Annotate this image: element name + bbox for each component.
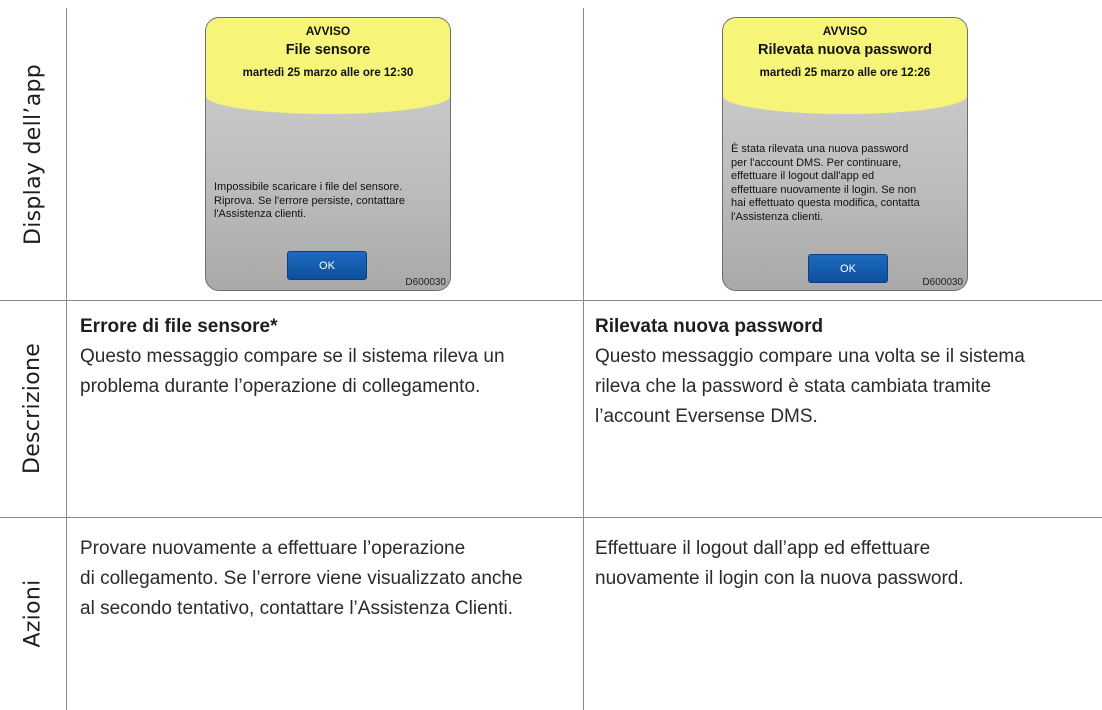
dialog-message: È stata rilevata una nuova password per … — [731, 143, 959, 224]
description-line: Questo messaggio compare se il sistema r… — [80, 346, 505, 367]
dialog-ok-button[interactable]: OK — [287, 251, 367, 280]
actions-line: al secondo tentativo, contattare l’Assis… — [80, 598, 514, 619]
dialog-message-line: effettuare il logout dall'app ed — [731, 170, 875, 182]
actions-cell-left: Provare nuovamente a effettuare l’operaz… — [80, 534, 575, 624]
actions-line: Provare nuovamente a effettuare l’operaz… — [80, 538, 466, 559]
row-label-description: Descrizione — [0, 300, 66, 517]
description-title: Errore di file sensore* — [80, 316, 278, 337]
actions-line: nuovamente il login con la nuova passwor… — [595, 568, 964, 589]
figure-code: D600030 — [922, 277, 963, 288]
dialog-header-label: AVVISO — [305, 24, 351, 38]
dialog-message-line: hai effettuato questa modifica, contatta — [731, 197, 920, 209]
figure-code: D600030 — [405, 277, 446, 288]
row-label-description-text: Descrizione — [20, 342, 46, 475]
description-cell-right: Rilevata nuova password Questo messaggio… — [595, 312, 1090, 432]
actions-line: Effettuare il logout dall’app ed effettu… — [595, 538, 931, 559]
column-divider-label — [66, 8, 67, 710]
actions-cell-right: Effettuare il logout dall’app ed effettu… — [595, 534, 1090, 594]
row-divider-1 — [0, 300, 1102, 301]
row-label-actions: Azioni — [0, 517, 66, 710]
column-divider-middle — [583, 8, 584, 710]
dialog-message-line: Riprova. Se l'errore persiste, contattar… — [214, 194, 406, 207]
dialog-message-line: effettuare nuovamente il login. Se non — [731, 183, 917, 196]
row-label-actions-text: Azioni — [20, 579, 46, 648]
row-divider-2 — [0, 517, 1102, 518]
row-label-display-text: Display dell’app — [20, 63, 46, 245]
dialog-date: martedì 25 marzo alle ore 12:30 — [242, 67, 414, 79]
dialog-message-line: l'Assistenza clienti. — [731, 210, 823, 223]
description-line: rileva che la password è stata cambiata … — [595, 376, 992, 397]
dialog-title: File sensore — [285, 42, 371, 58]
dialog-message-line: per l'account DMS. Per continuare, — [731, 156, 902, 169]
dialog-header-label: AVVISO — [822, 24, 868, 38]
dialog-message-line: Impossibile scaricare i file del sensore… — [214, 181, 403, 193]
dialog-message: Impossibile scaricare i file del sensore… — [214, 181, 442, 222]
description-line: Questo messaggio compare una volta se il… — [595, 346, 1025, 367]
description-line: l’account Eversense DMS. — [595, 406, 818, 427]
row-label-display: Display dell’app — [0, 8, 66, 300]
dialog-ok-button[interactable]: OK — [808, 254, 888, 283]
description-line: problema durante l’operazione di collega… — [80, 376, 481, 397]
dialog-date: martedì 25 marzo alle ore 12:26 — [759, 67, 931, 79]
dialog-message-line: È stata rilevata una nuova password — [731, 143, 909, 155]
dialog-message-line: l'Assistenza clienti. — [214, 208, 306, 220]
app-dialog-sensor-file: AVVISO File sensore martedì 25 marzo all… — [205, 17, 451, 291]
instruction-table: Display dell’app Descrizione Azioni AVVI… — [0, 0, 1102, 710]
actions-line: di collegamento. Se l’errore viene visua… — [80, 568, 523, 589]
app-dialog-new-password: AVVISO Rilevata nuova password martedì 2… — [722, 17, 968, 291]
dialog-title: Rilevata nuova password — [757, 42, 933, 58]
description-title: Rilevata nuova password — [595, 316, 824, 337]
description-cell-left: Errore di file sensore* Questo messaggio… — [80, 312, 575, 402]
